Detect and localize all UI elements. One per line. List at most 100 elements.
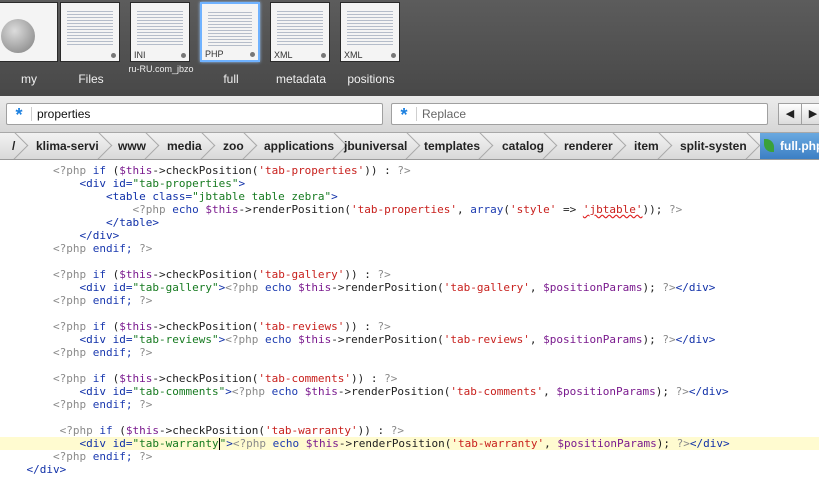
shelf-file-3[interactable]: PHP full — [200, 2, 262, 92]
code-line[interactable]: <?php endif; ?> — [0, 450, 819, 463]
code-token: <div — [79, 333, 113, 346]
code-line[interactable]: <?php echo $this->renderPosition('tab-pr… — [0, 203, 819, 216]
code-token: ?> — [675, 385, 689, 398]
code-line[interactable]: <?php endif; ?> — [0, 294, 819, 307]
code-line[interactable]: <div id="tab-comments"><?php echo $this-… — [0, 385, 819, 398]
code-token: 'tab-warranty' — [451, 437, 545, 450]
code-token: , — [529, 333, 544, 346]
code-token: $this — [205, 203, 239, 216]
code-token: ?> — [139, 294, 153, 307]
code-line[interactable] — [0, 255, 819, 268]
breadcrumb-item[interactable]: jbuniversal — [332, 133, 407, 159]
code-token: $this — [304, 385, 338, 398]
search-field[interactable]: * — [6, 103, 383, 125]
breadcrumb-item[interactable]: / — [0, 133, 15, 159]
code-line[interactable]: <?php if ($this->checkPosition('tab-gall… — [0, 268, 819, 281]
code-token: <?php — [52, 398, 87, 411]
code-line[interactable]: <div id="tab-gallery"><?php echo $this->… — [0, 281, 819, 294]
code-token: renderPosition — [251, 203, 345, 216]
replace-field[interactable]: * — [391, 103, 768, 125]
breadcrumb-item[interactable]: media — [155, 133, 202, 159]
code-token: , — [544, 437, 558, 450]
code-line[interactable]: </div> — [0, 229, 819, 242]
code-editor[interactable]: <?php if ($this->checkPosition('tab-prop… — [0, 160, 819, 479]
code-line[interactable]: <div id="tab-reviews"><?php echo $this->… — [0, 333, 819, 346]
search-input[interactable] — [37, 106, 376, 122]
code-line[interactable]: <?php if ($this->checkPosition('tab-prop… — [0, 164, 819, 177]
breadcrumb-item[interactable]: www — [106, 133, 146, 159]
breadcrumb-item[interactable]: templates — [412, 133, 480, 159]
code-token: $this — [119, 268, 153, 281]
code-token: $positionParams — [543, 333, 643, 346]
shelf-file-5[interactable]: XML positions — [340, 2, 402, 92]
code-line[interactable]: <?php endif; ?> — [0, 398, 819, 411]
code-line[interactable]: </table> — [0, 216, 819, 229]
file-type-badge: PHP — [205, 49, 224, 59]
code-line[interactable]: <div id="tab-warranty"><?php echo $this-… — [0, 437, 819, 450]
code-token: id= — [112, 177, 133, 190]
code-token: => — [556, 203, 583, 216]
code-line[interactable] — [0, 307, 819, 320]
code-line[interactable]: <?php endif; ?> — [0, 346, 819, 359]
code-token: <?php — [52, 450, 87, 463]
replace-options-icon[interactable]: * — [396, 104, 412, 125]
breadcrumb-current-file[interactable]: full.php — [760, 133, 819, 159]
code-token: class= — [152, 190, 193, 203]
code-line[interactable] — [0, 411, 819, 424]
code-token: -> — [238, 203, 252, 216]
search-options-icon[interactable]: * — [11, 104, 27, 125]
shelf-file-4[interactable]: XML metadata — [270, 2, 332, 92]
code-line[interactable]: <div id="tab-properties"> — [0, 177, 819, 190]
code-token: ?> — [390, 424, 405, 437]
globe-icon — [1, 19, 35, 53]
code-line[interactable]: <?php if ($this->checkPosition('tab-warr… — [0, 424, 819, 437]
code-token: "jbtable table zebra" — [192, 190, 332, 203]
find-previous-button[interactable]: ◀ — [778, 103, 802, 125]
code-token: -> — [152, 372, 166, 385]
code-token: )) : — [357, 424, 391, 437]
status-dot — [321, 53, 326, 58]
code-token: ?> — [139, 450, 153, 463]
code-token: renderPosition — [351, 385, 444, 398]
code-token: if — [86, 164, 113, 177]
code-line[interactable] — [0, 359, 819, 372]
code-line[interactable]: </div> — [0, 463, 819, 476]
breadcrumb-item[interactable]: klima-servi — [24, 133, 99, 159]
code-line[interactable]: <?php if ($this->checkPosition('tab-revi… — [0, 320, 819, 333]
code-line[interactable]: <table class="jbtable table zebra"> — [0, 190, 819, 203]
status-dot — [111, 53, 116, 58]
code-line[interactable]: <?php if ($this->checkPosition('tab-comm… — [0, 372, 819, 385]
replace-input[interactable] — [422, 106, 761, 122]
file-type-badge: XML — [344, 50, 363, 60]
breadcrumb-item[interactable]: applications — [252, 133, 334, 159]
code-line[interactable]: <?php endif; ?> — [0, 242, 819, 255]
code-token: ?> — [662, 333, 676, 346]
code-token: renderPosition — [344, 281, 438, 294]
code-token: ?> — [139, 346, 153, 359]
code-token: <?php — [132, 203, 166, 216]
breadcrumb-item[interactable]: renderer — [552, 133, 613, 159]
shelf-file-2[interactable]: INI ru-RU.com_jbzo — [128, 2, 194, 92]
code-token: 'tab-properties' — [351, 203, 458, 216]
shelf-file-1[interactable]: Files — [60, 2, 122, 92]
code-token: ?> — [662, 281, 676, 294]
breadcrumb-item[interactable]: item — [622, 133, 659, 159]
code-token: 'tab-warranty' — [264, 424, 358, 437]
code-token: <?php — [232, 437, 266, 450]
code-token: endif; — [86, 450, 140, 463]
code-token: "tab-gallery" — [132, 281, 219, 294]
breadcrumb-item[interactable]: zoo — [211, 133, 244, 159]
breadcrumb-item[interactable]: catalog — [490, 133, 544, 159]
code-token: 'tab-reviews' — [258, 320, 345, 333]
code-token: if — [86, 320, 113, 333]
code-token: ?> — [139, 398, 153, 411]
breadcrumb-item[interactable]: split-systen — [668, 133, 747, 159]
file-thumbnail-icon: PHP — [200, 2, 260, 62]
find-next-button[interactable]: ▶ — [801, 103, 819, 125]
